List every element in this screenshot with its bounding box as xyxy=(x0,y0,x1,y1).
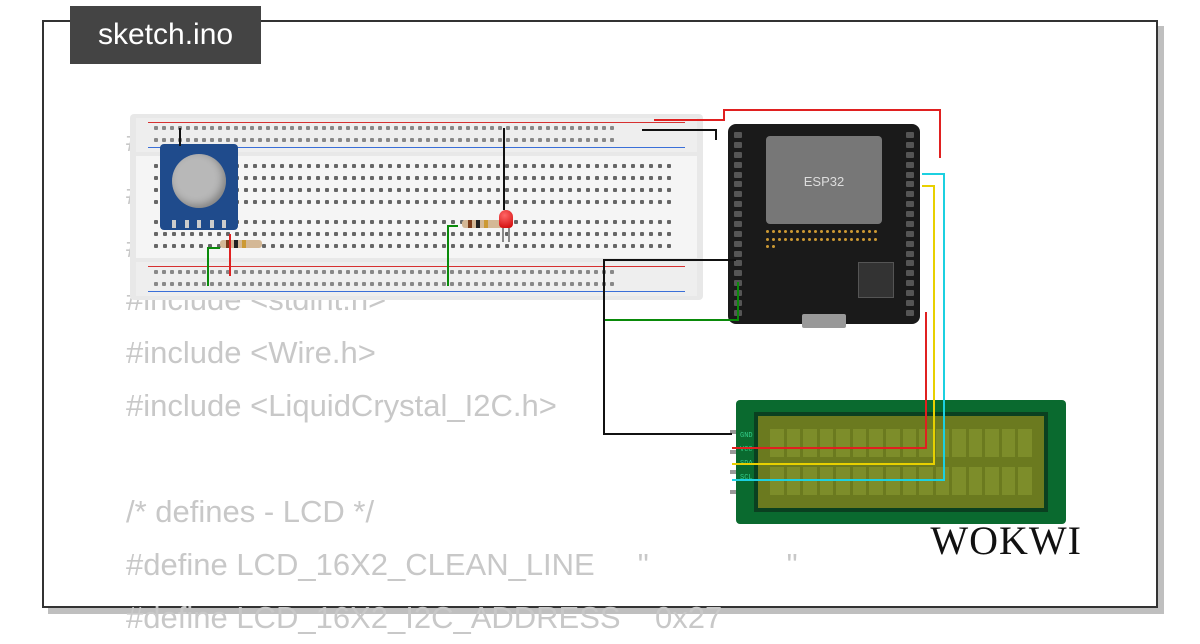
rtc-module[interactable] xyxy=(160,144,238,230)
esp32-board[interactable]: ESP32 xyxy=(728,124,920,324)
resistor-1[interactable] xyxy=(220,240,262,248)
lcd-pin-sda-label: SDA xyxy=(740,460,753,468)
red-led[interactable] xyxy=(499,210,513,228)
esp32-usb xyxy=(802,314,846,328)
rtc-battery xyxy=(172,154,226,208)
simulator-card: #include <stdio.h> #include <string.h> #… xyxy=(42,20,1158,608)
breadboard-bottom-power-rail xyxy=(136,262,697,296)
file-tab[interactable]: sketch.ino xyxy=(70,6,261,64)
resistor-2[interactable] xyxy=(462,220,504,228)
esp32-left-pins xyxy=(734,132,742,316)
lcd-pin-vcc-label: VCC xyxy=(740,446,753,454)
esp32-label: ESP32 xyxy=(766,174,882,189)
lcd-pin-gnd-label: GND xyxy=(740,432,753,440)
esp32-chip xyxy=(858,262,894,298)
wokwi-logo: WOKWI xyxy=(930,517,1082,564)
lcd-screen xyxy=(754,412,1048,512)
rtc-pins xyxy=(172,220,226,228)
lcd-1602[interactable]: GND VCC SDA SCL xyxy=(736,400,1066,524)
lcd-pin-scl-label: SCL xyxy=(740,474,753,482)
esp32-shield: ESP32 xyxy=(766,136,882,224)
led-legs xyxy=(500,228,512,242)
esp32-right-pins xyxy=(906,132,914,316)
lcd-pins xyxy=(730,430,736,494)
